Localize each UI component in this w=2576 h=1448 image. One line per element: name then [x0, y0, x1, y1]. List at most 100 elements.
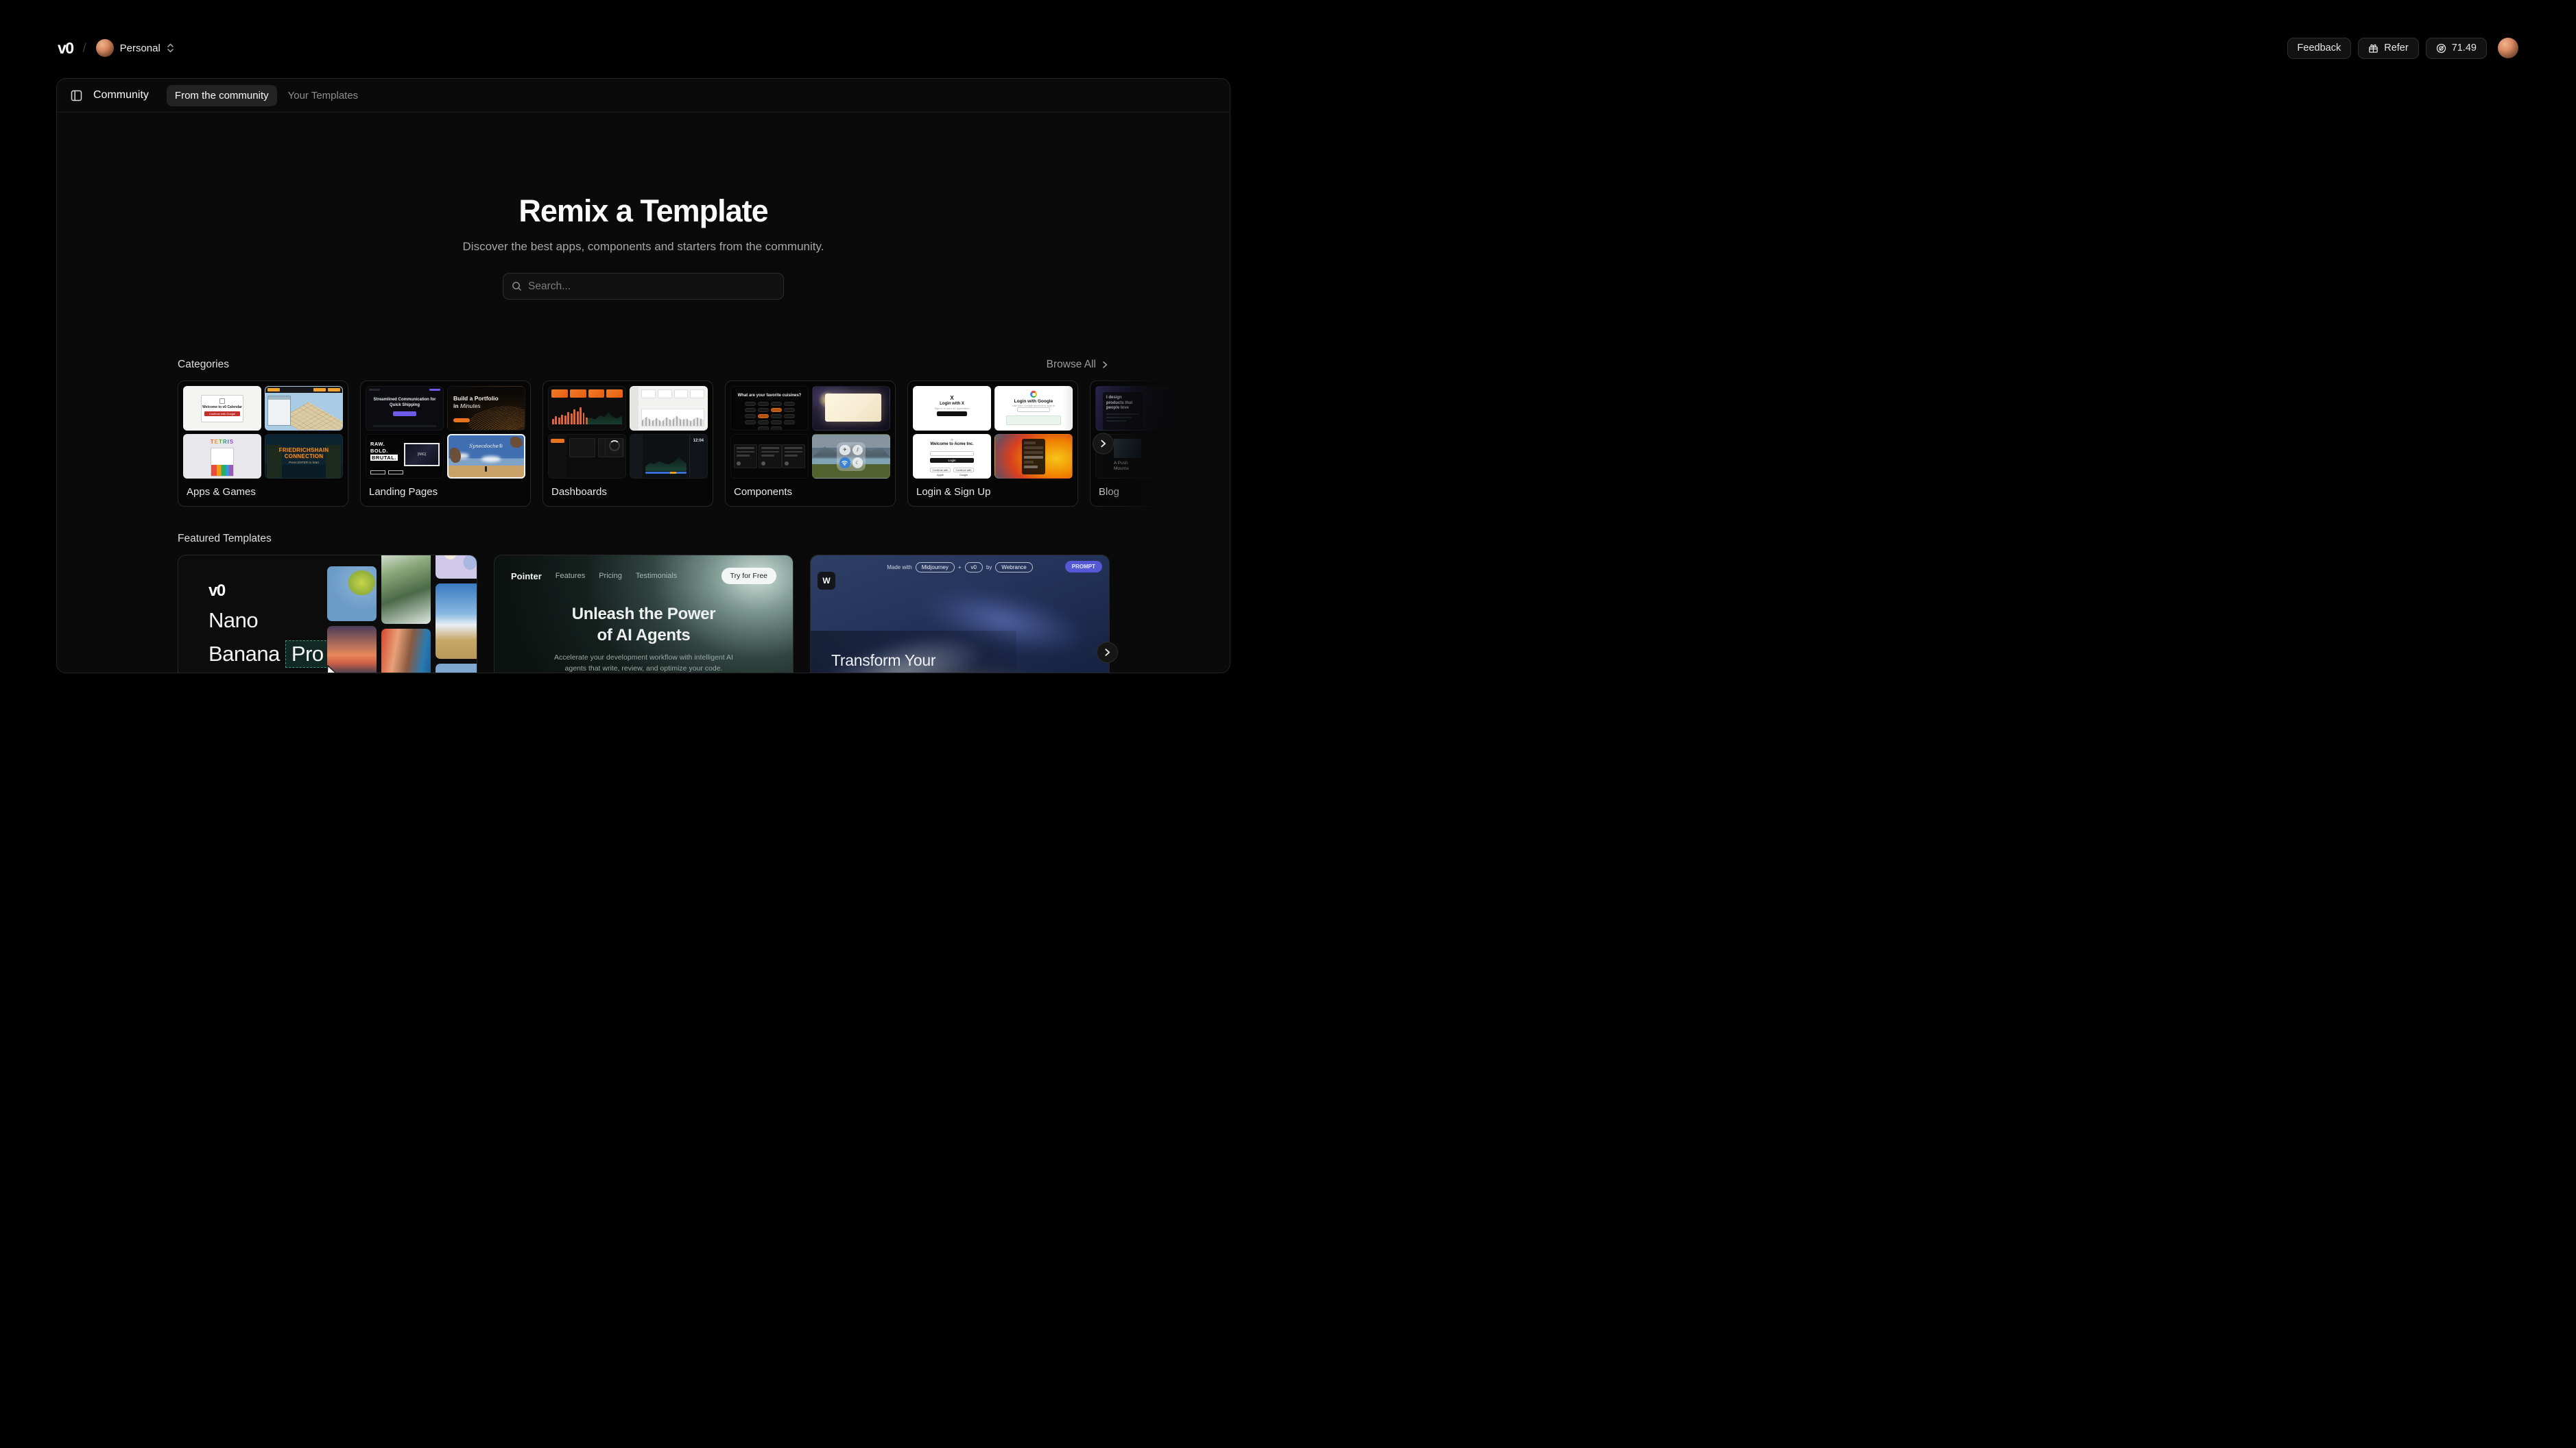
categories-carousel: Welcome to v0 Calendar Continue with Goo…: [57, 381, 1230, 507]
category-label: Apps & Games: [187, 486, 339, 498]
workspace-avatar: [96, 39, 114, 57]
search-icon: [512, 281, 522, 291]
thumb-signup-gradient: [994, 434, 1073, 479]
sidebar-toggle-icon[interactable]: [71, 90, 82, 101]
thumb-testimonials: [730, 434, 809, 479]
webrance-made-with: Made with Midjourney + v0 by Webrance: [811, 562, 1109, 572]
category-label: Blog: [1099, 486, 1230, 498]
category-label: Landing Pages: [369, 486, 522, 498]
category-card-dashboards[interactable]: 12:04 Dashboards: [542, 381, 713, 507]
moon-icon: ☾: [852, 457, 863, 468]
search-box[interactable]: [503, 273, 784, 300]
community-tabs: From the community Your Templates: [167, 85, 366, 106]
hero-section: Remix a Template Discover the best apps,…: [57, 112, 1230, 300]
photo-grid: [327, 555, 477, 673]
thumb-friedrichshain-game: FRIEDRICHSHAIN CONNECTION Press ENTER to…: [265, 434, 343, 479]
pointer-brand: Pointer: [511, 571, 542, 581]
pointer-try-free-button: Try for Free: [721, 568, 776, 584]
thumb-tetris-game: TETRIS: [183, 434, 261, 479]
featured-card-webrance[interactable]: Made with Midjourney + v0 by Webrance W …: [810, 555, 1110, 673]
featured-header: Featured Templates: [178, 533, 1109, 545]
category-label: Components: [734, 486, 887, 498]
category-label: Dashboards: [551, 486, 704, 498]
thumb-dashboard-green: 12:04: [630, 434, 708, 479]
chevron-right-icon: [1103, 648, 1112, 657]
category-card-components[interactable]: What are your favorite cuisines?: [725, 381, 896, 507]
thumb-portfolio-landing: Build a Portfolio in Minutes: [447, 386, 525, 431]
thumb-synecdoche-landing: Synecdoche®: [447, 434, 525, 479]
search-input[interactable]: [528, 280, 775, 293]
chevron-right-icon: [1099, 439, 1108, 448]
pointer-nav-pricing: Pricing: [599, 572, 622, 580]
thumb-blog-dark: [1177, 386, 1230, 431]
hero-subtitle: Discover the best apps, components and s…: [57, 240, 1230, 254]
photo-people: [381, 629, 431, 673]
featured-carousel: v0 Nano BananaPro P L A Y G R O U N D: [57, 555, 1230, 673]
thumb-blog-dark2: [1177, 434, 1230, 479]
thumb-calendar-app: Welcome to v0 Calendar Continue with Goo…: [183, 386, 261, 431]
thumb-dashboard-orange: [548, 386, 626, 431]
featured-card-nano-banana-pro[interactable]: v0 Nano BananaPro P L A Y G R O U N D: [178, 555, 477, 673]
feedback-button[interactable]: Feedback: [2287, 38, 2352, 59]
category-card-landing-pages[interactable]: Streamlined Communication for Quick Ship…: [360, 381, 531, 507]
pointer-heading: Unleash the Powerof AI Agents: [494, 603, 793, 646]
photo-sky-mountain: [436, 583, 477, 659]
community-panel: Community From the community Your Templa…: [56, 78, 1230, 673]
thumb-dashboard-light: [630, 386, 708, 431]
chevron-updown-icon: [167, 43, 174, 53]
page-title: Community: [93, 89, 149, 101]
wifi-icon: [839, 457, 850, 468]
thumb-brutalist-landing: RAW. BOLD. BRUTAL. [IMG]: [366, 434, 444, 479]
airplane-icon: ✈: [839, 445, 850, 456]
gift-icon: [2368, 43, 2378, 53]
credits-button[interactable]: 71.49: [2426, 38, 2487, 59]
workspace-switcher[interactable]: Personal: [96, 39, 174, 57]
bluetooth-icon: ᛒ: [852, 445, 863, 456]
featured-label: Featured Templates: [178, 533, 272, 545]
thumb-blog-portfolio: I design products that people love: [1095, 386, 1173, 431]
refer-button[interactable]: Refer: [2358, 38, 2418, 59]
pointer-nav-testimonials: Testimonials: [636, 572, 678, 580]
pro-highlight: Pro: [285, 640, 330, 668]
hero-title: Remix a Template: [57, 193, 1230, 229]
cursor-arrow-icon: [326, 665, 339, 673]
thumb-saas-landing: Streamlined Communication for Quick Ship…: [366, 386, 444, 431]
v0-logo[interactable]: v0: [58, 39, 73, 58]
midjourney-pill: Midjourney: [916, 562, 955, 572]
category-card-apps-games[interactable]: Welcome to v0 Calendar Continue with Goo…: [178, 381, 348, 507]
breadcrumb-separator: /: [83, 41, 86, 56]
refer-label: Refer: [2384, 43, 2408, 53]
tab-your-templates[interactable]: Your Templates: [280, 85, 367, 106]
pointer-nav-features: Features: [556, 572, 585, 580]
photo-golden-field: [436, 664, 477, 673]
pointer-subtitle: Accelerate your development workflow wit…: [494, 653, 793, 673]
thumb-login-google: Login with Google Use your Google accoun…: [994, 386, 1073, 431]
webrance-hero-copy: Transform YourVision Into Reality Use GS…: [811, 631, 1016, 673]
workspace-name: Personal: [120, 43, 160, 54]
thumb-cuisine-chips: What are your favorite cuisines?: [730, 386, 809, 431]
credits-amount: 71.49: [2452, 43, 2477, 53]
webrance-pill: Webrance: [995, 562, 1032, 572]
photo-leaves: [327, 566, 377, 621]
category-card-login-signup[interactable]: X Login with X Sign in to your v0 applic…: [907, 381, 1078, 507]
categories-next-button[interactable]: [1093, 433, 1114, 455]
photo-forest: [381, 555, 431, 624]
user-avatar[interactable]: [2498, 38, 2518, 58]
tab-from-the-community[interactable]: From the community: [167, 85, 277, 106]
thumb-dashboard-panels: [548, 434, 626, 479]
category-label: Login & Sign Up: [916, 486, 1069, 498]
credits-icon: [2436, 43, 2446, 53]
thumb-pixel-sim-game: [265, 386, 343, 431]
thumb-login-x: X Login with X Sign in to your v0 applic…: [913, 386, 991, 431]
featured-next-button[interactable]: [1097, 642, 1118, 663]
featured-card-pointer[interactable]: Pointer Features Pricing Testimonials Tr…: [494, 555, 794, 673]
categories-label: Categories: [178, 359, 229, 371]
thumb-control-center: ✈ ᛒ ☾: [812, 434, 890, 479]
browse-all-label: Browse All: [1047, 359, 1096, 371]
photo-pills: [436, 555, 477, 579]
feedback-label: Feedback: [2298, 43, 2341, 53]
prompt-button: PROMPT: [1065, 561, 1102, 572]
thumb-glow-card: [812, 386, 890, 431]
browse-all-link[interactable]: Browse All: [1047, 359, 1109, 371]
categories-header: Categories Browse All: [178, 359, 1109, 371]
